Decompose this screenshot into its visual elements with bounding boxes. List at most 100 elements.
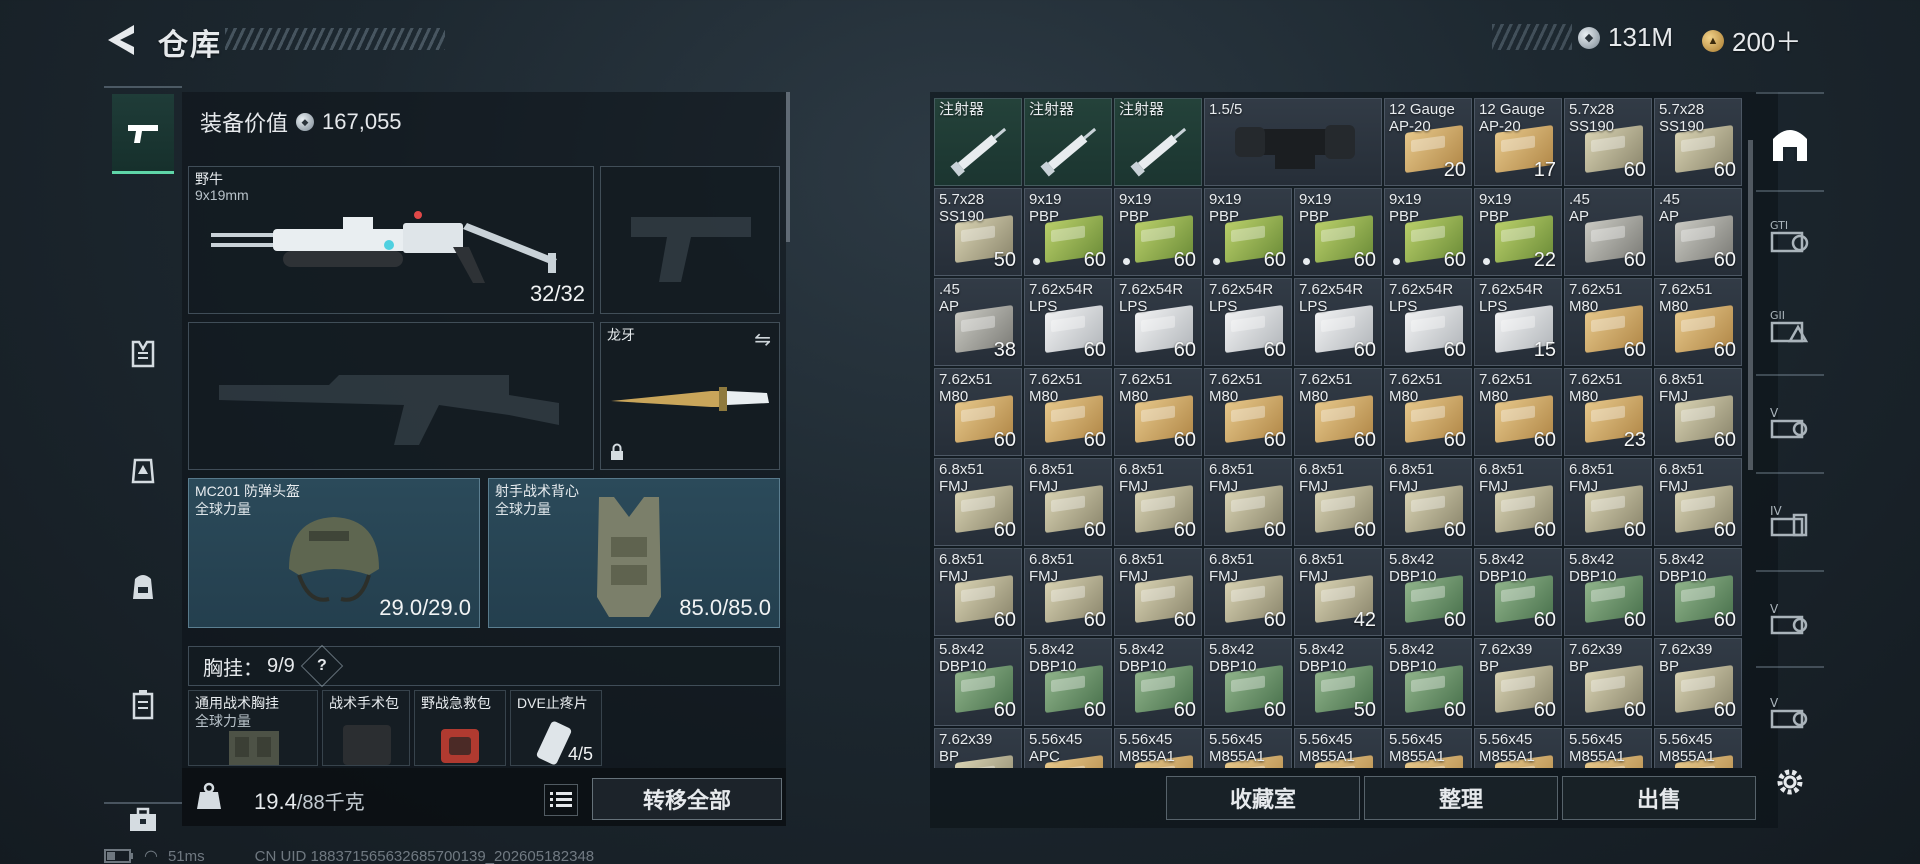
stash-item[interactable]: 6.8x51 FMJ 60 [1024, 458, 1112, 546]
stash-item[interactable]: 注射器 [934, 98, 1022, 186]
stash-item[interactable]: 7.62x54R LPS 60 [1294, 278, 1382, 366]
stash-item[interactable]: 7.62x39 BP 60 [1474, 638, 1562, 726]
stash-item[interactable]: 5.56x45 APC [1024, 728, 1112, 768]
transfer-all-button[interactable]: 转移全部 [592, 778, 782, 820]
stash-item[interactable]: 12 Gauge AP-20 17 [1474, 98, 1562, 186]
stash-item[interactable]: 5.8x42 DBP10 50 [1294, 638, 1382, 726]
stash-item[interactable]: 9x19 PBP 60 [1024, 188, 1112, 276]
tab-case-gii[interactable]: GII [1764, 296, 1816, 356]
stash-item[interactable]: 5.56x45 M855A1 [1114, 728, 1202, 768]
gold-currency-value[interactable]: 200＋ [1732, 22, 1801, 59]
stash-item[interactable]: 5.7x28 SS190 50 [934, 188, 1022, 276]
stash-item[interactable]: 5.8x42 DBP10 60 [1564, 548, 1652, 636]
stash-item[interactable]: 5.56x45 M855A1 [1294, 728, 1382, 768]
tab-armor[interactable] [112, 314, 174, 394]
stash-item[interactable]: 12 Gauge AP-20 20 [1384, 98, 1472, 186]
tab-rig[interactable] [112, 431, 174, 511]
stash-item[interactable]: 6.8x51 FMJ 60 [1114, 548, 1202, 636]
stash-item[interactable]: 注射器 [1024, 98, 1112, 186]
tab-weapons[interactable] [112, 94, 174, 174]
collection-room-button[interactable]: 收藏室 [1166, 776, 1360, 820]
melee-slot[interactable]: 龙牙 ⇋ [600, 322, 780, 470]
equipment-scrollbar[interactable] [786, 92, 790, 242]
stash-item[interactable]: 6.8x51 FMJ 60 [1564, 458, 1652, 546]
stash-item[interactable]: 7.62x51 M80 60 [1114, 368, 1202, 456]
stash-item[interactable]: 9x19 PBP 60 [1114, 188, 1202, 276]
stash-item[interactable]: 5.56x45 M855A1 [1204, 728, 1292, 768]
stash-item[interactable]: 5.7x28 SS190 60 [1564, 98, 1652, 186]
stash-item[interactable]: 6.8x51 FMJ 60 [1384, 458, 1472, 546]
stash-item[interactable]: 6.8x51 FMJ 60 [1204, 548, 1292, 636]
stash-item[interactable]: 7.62x51 M80 60 [1384, 368, 1472, 456]
stash-item[interactable]: 7.62x51 M80 60 [1564, 278, 1652, 366]
tab-case-gti[interactable]: GTI [1764, 206, 1816, 266]
stash-scrollbar[interactable] [1748, 140, 1753, 470]
stash-item[interactable]: 7.62x51 M80 60 [1204, 368, 1292, 456]
tab-case-iv[interactable]: IV [1764, 490, 1816, 550]
stash-item[interactable]: .45 AP 60 [1654, 188, 1742, 276]
stash-item[interactable]: 6.8x51 FMJ 60 [1204, 458, 1292, 546]
stash-item[interactable]: 7.62x54R LPS 60 [1204, 278, 1292, 366]
tab-pouch[interactable] [112, 664, 174, 744]
stash-item[interactable]: 9x19 PBP 60 [1294, 188, 1382, 276]
sort-button[interactable]: 整理 [1364, 776, 1558, 820]
stash-item[interactable]: 7.62x54R LPS 60 [1384, 278, 1472, 366]
stash-item[interactable]: 6.8x51 FMJ 60 [1114, 458, 1202, 546]
stash-item[interactable]: 6.8x51 FMJ 60 [1654, 368, 1742, 456]
tab-case-v3[interactable]: V [1764, 682, 1816, 742]
stash-item[interactable]: .45 AP 38 [934, 278, 1022, 366]
stash-item[interactable]: 7.62x54R LPS 15 [1474, 278, 1562, 366]
stash-item[interactable]: .45 AP 60 [1564, 188, 1652, 276]
stash-item[interactable]: 5.8x42 DBP10 60 [1474, 548, 1562, 636]
stash-item[interactable]: 6.8x51 FMJ 60 [934, 458, 1022, 546]
rig-help-button[interactable]: ? [300, 644, 344, 688]
sidearm-slot[interactable] [600, 166, 780, 314]
stash-item[interactable]: 5.8x42 DBP10 60 [1654, 548, 1742, 636]
swap-icon[interactable]: ⇋ [754, 327, 771, 352]
stash-item[interactable]: 5.8x42 DBP10 60 [1024, 638, 1112, 726]
rig-item-tactical-rig[interactable]: 通用战术胸挂 全球力量 [188, 690, 318, 766]
stash-item[interactable]: 6.8x51 FMJ 60 [1294, 458, 1382, 546]
stash-item[interactable]: 9x19 PBP 60 [1204, 188, 1292, 276]
tab-case-v2[interactable]: V [1764, 588, 1816, 648]
stash-item[interactable]: 6.8x51 FMJ 60 [934, 548, 1022, 636]
stash-item[interactable]: 5.8x42 DBP10 60 [1114, 638, 1202, 726]
stash-item[interactable]: 7.62x51 M80 60 [1474, 368, 1562, 456]
stash-item[interactable]: 5.56x45 M855A1 [1564, 728, 1652, 768]
rig-item-surgery-kit[interactable]: 战术手术包 [322, 690, 410, 766]
helmet-slot[interactable]: MC201 防弹头盔 全球力量 29.0/29.0 [188, 478, 480, 628]
stash-item[interactable]: 5.8x42 DBP10 60 [1204, 638, 1292, 726]
settings-button[interactable] [1764, 760, 1816, 804]
tab-backpack[interactable] [112, 546, 174, 626]
stash-item[interactable]: 7.62x39 BP [934, 728, 1022, 768]
stash-item[interactable]: 7.62x54R LPS 60 [1024, 278, 1112, 366]
stash-item[interactable]: 7.62x51 M80 60 [1294, 368, 1382, 456]
stash-item[interactable]: 1.5/5 [1204, 98, 1382, 186]
rig-item-painkiller[interactable]: DVE止疼片 4/5 [510, 690, 602, 766]
stash-item[interactable]: 5.7x28 SS190 60 [1654, 98, 1742, 186]
stash-item[interactable]: 5.8x42 DBP10 60 [934, 638, 1022, 726]
tab-main-stash[interactable] [1764, 114, 1816, 174]
secondary-weapon-slot[interactable] [188, 322, 594, 470]
stash-item[interactable]: 5.56x45 M855A1 [1474, 728, 1562, 768]
tab-case-v1[interactable]: V [1764, 392, 1816, 452]
sell-button[interactable]: 出售 [1562, 776, 1756, 820]
stash-item[interactable]: 注射器 [1114, 98, 1202, 186]
stash-item[interactable]: 5.8x42 DBP10 60 [1384, 638, 1472, 726]
stash-item[interactable]: 9x19 PBP 60 [1384, 188, 1472, 276]
stash-item[interactable]: 6.8x51 FMJ 60 [1024, 548, 1112, 636]
stash-item[interactable]: 6.8x51 FMJ 60 [1474, 458, 1562, 546]
stash-item[interactable]: 7.62x51 M80 60 [934, 368, 1022, 456]
stash-item[interactable]: 7.62x51 M80 23 [1564, 368, 1652, 456]
body-armor-slot[interactable]: 射手战术背心 全球力量 85.0/85.0 [488, 478, 780, 628]
rig-item-first-aid-kit[interactable]: 野战急救包 [414, 690, 506, 766]
stash-item[interactable]: 5.56x45 M855A1 [1654, 728, 1742, 768]
stash-item[interactable]: 9x19 PBP 22 [1474, 188, 1562, 276]
stash-item[interactable]: 6.8x51 FMJ 60 [1654, 458, 1742, 546]
stash-item[interactable]: 7.62x54R LPS 60 [1114, 278, 1202, 366]
stash-item[interactable]: 7.62x51 M80 60 [1654, 278, 1742, 366]
stash-item[interactable]: 5.8x42 DBP10 60 [1384, 548, 1472, 636]
back-button[interactable] [100, 20, 144, 60]
primary-weapon-slot[interactable]: 野牛 9x19mm 32/32 [188, 166, 594, 314]
stash-item[interactable]: 5.56x45 M855A1 [1384, 728, 1472, 768]
